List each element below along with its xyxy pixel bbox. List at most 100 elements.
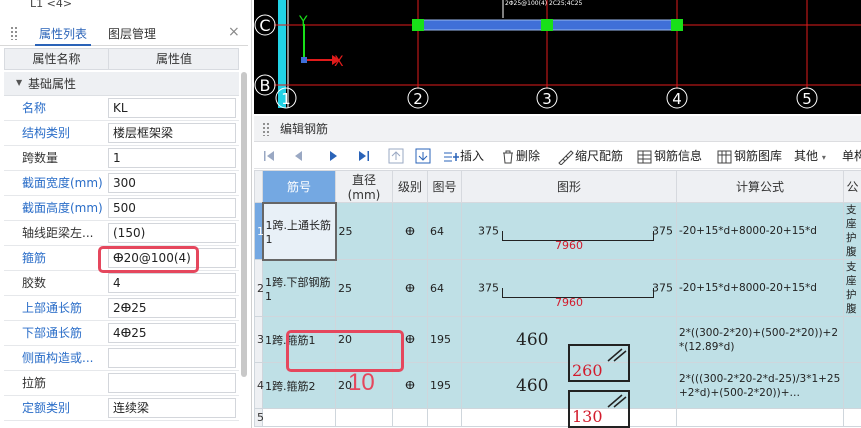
- cell-shape[interactable]: 375 7960 375: [461, 259, 677, 317]
- property-value-field[interactable]: 4ⴲ25: [108, 323, 236, 343]
- drag-grip-icon[interactable]: [10, 26, 18, 40]
- scrollbar[interactable]: [241, 72, 247, 377]
- column-header-grade[interactable]: 级别: [392, 170, 428, 203]
- other-menu[interactable]: 其他 ▾: [794, 146, 826, 166]
- property-row[interactable]: 胶数 4: [4, 271, 239, 296]
- table-row[interactable]: 2 1跨.下部钢筋1 25 ⴲ 64 375 7960 375 -20+15*d+8…: [254, 259, 861, 317]
- scale-rebar-button[interactable]: 缩尺配筋: [557, 146, 623, 166]
- cad-viewport[interactable]: 2Φ25@100(4) 2C25;4C25 C B 1 2 3 4 5 Y X: [254, 0, 861, 114]
- property-value-field[interactable]: [108, 348, 236, 368]
- chevron-down-icon: ▾: [821, 153, 826, 162]
- previous-record-icon[interactable]: [290, 147, 308, 165]
- property-value-field[interactable]: [108, 373, 236, 393]
- move-down-icon[interactable]: [414, 147, 432, 165]
- cell-formula[interactable]: 2*(((300-2*20-2*d-25)/3*1+25+2*d)+(500-2…: [676, 362, 844, 409]
- stirrup-box: 130: [568, 389, 630, 428]
- cell-grade[interactable]: ⴲ: [392, 259, 428, 317]
- cell-bar-name[interactable]: [262, 408, 336, 427]
- row-number[interactable]: 5: [254, 408, 264, 427]
- cell-bar-name[interactable]: 1跨.上通长筋1: [261, 201, 337, 261]
- last-record-icon[interactable]: [355, 147, 373, 165]
- property-row[interactable]: 截面高度(mm) 500: [4, 196, 239, 221]
- cell-extra[interactable]: 支座护腹: [843, 202, 861, 260]
- property-row[interactable]: 名称 KL: [4, 96, 239, 121]
- stirrup-hook-icon: [607, 393, 627, 408]
- table-row[interactable]: 1 1跨.上通长筋1 25 ⴲ 64 375 7960 375 -20+15*d+8…: [254, 201, 861, 261]
- property-value-field[interactable]: 4: [108, 273, 236, 293]
- property-row[interactable]: 上部通长筋 2ⴲ25: [4, 296, 239, 321]
- cell-diameter[interactable]: 25: [335, 259, 393, 317]
- row-number[interactable]: 2: [254, 259, 264, 317]
- drag-grip-icon[interactable]: [262, 122, 270, 136]
- first-record-icon[interactable]: [260, 147, 278, 165]
- cell-extra[interactable]: [843, 316, 861, 363]
- library-icon: [717, 150, 732, 163]
- property-value-field[interactable]: 2ⴲ25: [108, 298, 236, 318]
- delete-button[interactable]: 删除: [500, 146, 540, 166]
- column-header-name: 属性名称: [32, 52, 81, 66]
- property-value-field[interactable]: KL: [108, 98, 236, 118]
- property-row[interactable]: 轴线距梁左... (150): [4, 221, 239, 246]
- property-value-field[interactable]: 楼层框架梁: [108, 123, 236, 143]
- rebar-info-button[interactable]: 钢筋信息: [636, 146, 702, 166]
- cell-extra[interactable]: 支座护腹: [843, 259, 861, 317]
- rebar-editor-panel: 编辑钢筋 插入 删除 缩尺配筋 钢筋信息 钢筋图库 其他 ▾ 单构 筋号 直径(…: [254, 116, 861, 428]
- property-row[interactable]: 拉筋: [4, 371, 239, 396]
- column-header-extra[interactable]: 公: [843, 170, 861, 203]
- property-value-field[interactable]: 连续梁: [108, 398, 236, 418]
- cell-extra[interactable]: [843, 408, 861, 427]
- tab-property-list[interactable]: 属性列表: [35, 24, 92, 46]
- collapse-triangle-icon[interactable]: ▼: [16, 78, 22, 87]
- cell-shape[interactable]: 375 7960 375: [461, 202, 677, 260]
- tab-layer-management[interactable]: 图层管理: [104, 24, 160, 46]
- property-row[interactable]: 跨数量 1: [4, 146, 239, 171]
- property-row[interactable]: 截面宽度(mm) 300: [4, 171, 239, 196]
- cell-formula[interactable]: -20+15*d+8000-20+15*d: [676, 259, 844, 317]
- row-number[interactable]: 1: [254, 202, 264, 260]
- row-number[interactable]: 3: [254, 316, 264, 363]
- property-name: 截面宽度(mm): [22, 176, 103, 190]
- beam-node-3[interactable]: [671, 19, 683, 31]
- move-up-icon[interactable]: [387, 147, 405, 165]
- property-value-field[interactable]: 500: [108, 198, 236, 218]
- cell-figure-no[interactable]: [427, 408, 462, 427]
- column-header-figure-no[interactable]: 图号: [427, 170, 462, 203]
- property-group-basic[interactable]: ▼ 基础属性: [4, 72, 239, 96]
- cell-figure-no[interactable]: 64: [427, 259, 462, 317]
- next-record-icon[interactable]: [324, 147, 342, 165]
- axis-label-3: 3: [542, 90, 552, 108]
- unit-button[interactable]: 单构: [842, 146, 861, 166]
- beam-node-2[interactable]: [541, 19, 553, 31]
- rebar-library-button[interactable]: 钢筋图库: [716, 146, 782, 166]
- cell-figure-no[interactable]: 195: [427, 316, 462, 363]
- row-number[interactable]: 4: [254, 362, 264, 409]
- cell-diameter[interactable]: 25: [335, 202, 393, 260]
- column-header-bar-no[interactable]: 筋号: [262, 170, 336, 203]
- cell-shape[interactable]: 460 260: [461, 316, 677, 382]
- cell-bar-name[interactable]: 1跨.下部钢筋1: [262, 259, 336, 317]
- property-row[interactable]: 下部通长筋 4ⴲ25: [4, 321, 239, 346]
- table-row-empty[interactable]: 5: [254, 408, 861, 427]
- property-row[interactable]: 定额类别 连续梁: [4, 396, 239, 421]
- cell-formula[interactable]: [676, 408, 844, 427]
- cell-grade[interactable]: [392, 408, 428, 427]
- insert-button[interactable]: 插入: [442, 146, 484, 166]
- property-value-field[interactable]: (150): [108, 223, 236, 243]
- cell-figure-no[interactable]: 64: [427, 202, 462, 260]
- ucs-y-label: Y: [298, 14, 308, 30]
- cell-formula[interactable]: -20+15*d+8000-20+15*d: [676, 202, 844, 260]
- column-header-formula[interactable]: 计算公式: [676, 170, 844, 203]
- beam-node-1[interactable]: [412, 19, 424, 31]
- cell-diameter[interactable]: [335, 408, 393, 427]
- close-icon[interactable]: ×: [228, 24, 240, 40]
- property-value-field[interactable]: 300: [108, 173, 236, 193]
- column-header-diameter[interactable]: 直径(mm): [335, 170, 393, 203]
- cell-figure-no[interactable]: 195: [427, 362, 462, 409]
- cell-extra[interactable]: [843, 362, 861, 409]
- property-value-field[interactable]: 1: [108, 148, 236, 168]
- cell-grade[interactable]: ⴲ: [392, 202, 428, 260]
- cell-formula[interactable]: 2*((300-2*20)+(500-2*20))+2*(12.89*d): [676, 316, 844, 363]
- property-row[interactable]: 结构类别 楼层框架梁: [4, 121, 239, 146]
- column-header-shape[interactable]: 图形: [461, 170, 677, 203]
- property-row[interactable]: 侧面构造或...: [4, 346, 239, 371]
